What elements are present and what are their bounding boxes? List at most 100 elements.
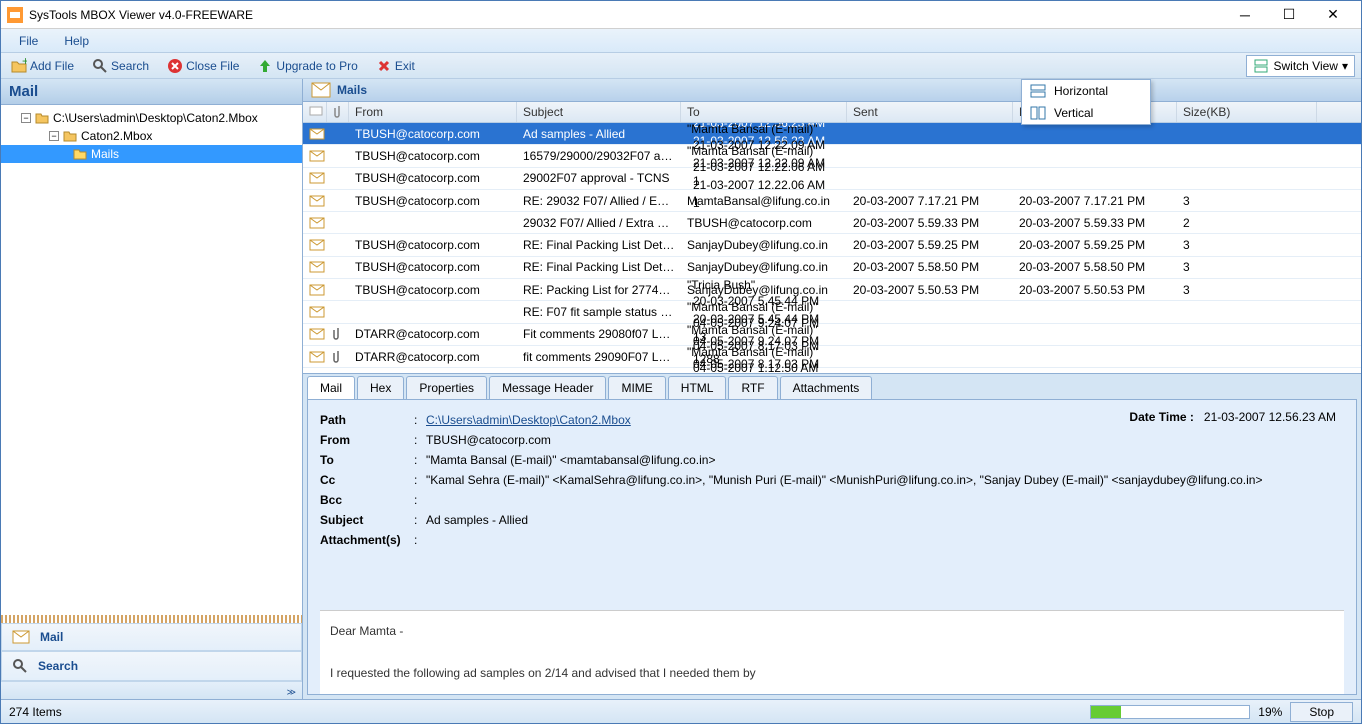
tab-rtf[interactable]: RTF [728,376,777,399]
nav-mail[interactable]: Mail [1,623,302,651]
col-icon-header[interactable] [303,102,327,122]
dropdown-vertical[interactable]: Vertical [1022,102,1150,124]
cell-received: 20-03-2007 5.50.53 PM [1013,281,1177,299]
tree-root[interactable]: − C:\Users\admin\Desktop\Caton2.Mbox [1,109,302,127]
cell-from: DTARR@catocorp.com [349,325,517,343]
toolbar: + Add File Search Close File Upgrade to … [1,53,1361,79]
search-button[interactable]: Search [88,56,153,76]
col-attach-header[interactable] [327,102,349,122]
progress-bar [1090,705,1250,719]
upgrade-button[interactable]: Upgrade to Pro [253,56,361,76]
switch-view-button[interactable]: Switch View ▾ [1246,55,1355,77]
mail-icon [303,237,327,253]
exit-button[interactable]: Exit [372,56,419,76]
search-label: Search [111,59,149,73]
progress-percent: 19% [1258,705,1282,719]
cell-subject: RE: F07 fit sample status - All... [517,303,681,321]
mail-icon [303,326,327,342]
tab-html[interactable]: HTML [668,376,727,399]
window-title: SysTools MBOX Viewer v4.0-FREEWARE [29,8,1223,22]
status-item-count: 274 Items [9,705,62,719]
maximize-button[interactable]: ☐ [1267,3,1311,27]
minimize-button[interactable]: ─ [1223,3,1267,27]
cell-subject: 16579/29000/29032F07 appr... [517,147,681,165]
exit-icon [376,58,392,74]
cell-sent: 20-03-2007 7.17.21 PM [847,192,1013,210]
attachment-icon [327,221,349,225]
nav-search[interactable]: Search [1,651,302,681]
from-label: From [320,433,414,447]
tab-message-header[interactable]: Message Header [489,376,606,399]
switch-view-label: Switch View [1273,59,1337,73]
from-value: TBUSH@catocorp.com [426,433,1344,447]
attach-value [426,533,1344,547]
panel-resize-handle[interactable] [1,615,302,623]
attachment-icon [327,348,349,366]
cell-size: 2 [1177,214,1317,232]
folder-tree[interactable]: − C:\Users\admin\Desktop\Caton2.Mbox − C… [1,105,302,615]
col-to-header[interactable]: To [681,102,847,122]
grid-body[interactable]: TBUSH@catocorp.comAd samples - Allied"Ma… [303,123,1361,373]
cell-from: TBUSH@catocorp.com [349,258,517,276]
tab-mail[interactable]: Mail [307,376,355,399]
menu-file[interactable]: File [13,32,44,50]
nav-expander[interactable]: ≫ [1,681,302,699]
path-link[interactable]: C:\Users\admin\Desktop\Caton2.Mbox [426,413,631,427]
table-row[interactable]: TBUSH@catocorp.com17376/29096F07 - TCNS"… [303,368,1361,373]
attachment-icon [327,154,349,158]
add-file-button[interactable]: + Add File [7,56,78,76]
cell-from: TBUSH@catocorp.com [349,147,517,165]
col-from-header[interactable]: From [349,102,517,122]
col-size-header[interactable]: Size(KB) [1177,102,1317,122]
mail-body: Dear Mamta - I requested the following a… [320,610,1344,694]
menu-help[interactable]: Help [58,32,95,50]
tab-mime[interactable]: MIME [608,376,665,399]
cell-from: TBUSH@catocorp.com [349,236,517,254]
exit-label: Exit [395,59,415,73]
preview-pane: Date Time : 21-03-2007 12.56.23 AM Path:… [307,399,1357,695]
tree-collapse-icon[interactable]: − [49,131,59,141]
dropdown-horizontal[interactable]: Horizontal [1022,80,1150,102]
tab-properties[interactable]: Properties [406,376,487,399]
titlebar: SysTools MBOX Viewer v4.0-FREEWARE ─ ☐ ✕ [1,1,1361,29]
mail-icon [303,349,327,365]
tree-child[interactable]: − Caton2.Mbox [1,127,302,145]
col-subject-header[interactable]: Subject [517,102,681,122]
search-icon [12,658,28,674]
stop-button[interactable]: Stop [1290,702,1353,722]
path-label: Path [320,413,414,427]
tree-collapse-icon[interactable]: − [21,113,31,123]
mail-icon [303,148,327,164]
vertical-icon [1030,106,1046,120]
nav-section: Mail Search [1,623,302,681]
left-panel-title: Mail [1,79,302,105]
body-line-2: I requested the following ad samples on … [330,663,1334,683]
attachment-icon [327,265,349,269]
subject-value: Ad samples - Allied [426,513,1344,527]
body-line-1: Dear Mamta - [330,621,1334,641]
window-controls: ─ ☐ ✕ [1223,3,1355,27]
mail-icon [12,630,30,644]
table-row[interactable]: 29032 F07/ Allied / Extra butt...TBUSH@c… [303,212,1361,234]
mail-icon [311,82,331,98]
to-value: "Mamta Bansal (E-mail)" <mamtabansal@lif… [426,453,1344,467]
close-file-button[interactable]: Close File [163,56,243,76]
progress-fill [1091,706,1121,718]
folder-open-icon [63,129,77,143]
table-row[interactable]: TBUSH@catocorp.comRE: 29032 F07/ Allied … [303,190,1361,212]
attachment-icon [327,132,349,136]
attachment-icon [327,243,349,247]
cell-sent: 20-03-2007 5.58.50 PM [847,258,1013,276]
cell-from [349,221,517,225]
close-button[interactable]: ✕ [1311,3,1355,27]
table-row[interactable]: TBUSH@catocorp.comRE: Final Packing List… [303,234,1361,256]
preview-datetime: Date Time : 21-03-2007 12.56.23 AM [1129,410,1336,424]
col-sent-header[interactable]: Sent [847,102,1013,122]
cell-subject: fit comments 29090F07 Lovec... [517,348,681,366]
tab-hex[interactable]: Hex [357,376,404,399]
tab-attachments[interactable]: Attachments [780,376,873,399]
tree-leaf-mails[interactable]: Mails [1,145,302,163]
main-area: Mail − C:\Users\admin\Desktop\Caton2.Mbo… [1,79,1361,699]
cell-subject: Fit comments 29080f07 Lov... [517,325,681,343]
table-row[interactable]: TBUSH@catocorp.com29002F07 approval - TC… [303,168,1361,190]
